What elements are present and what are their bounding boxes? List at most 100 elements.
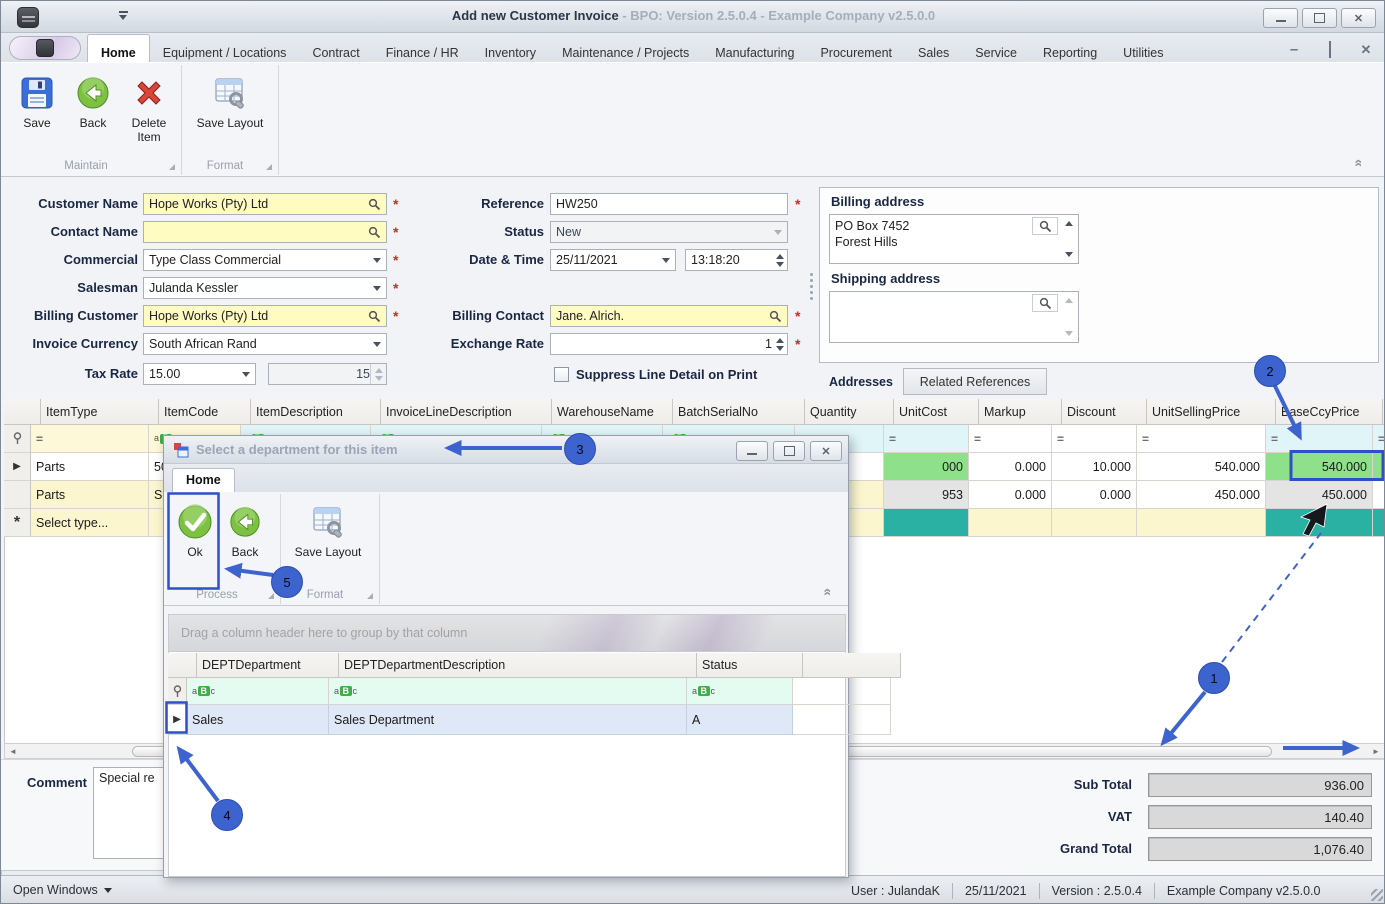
cell-Discount[interactable] bbox=[1052, 509, 1137, 537]
delete-item-button[interactable]: Delete Item bbox=[121, 69, 177, 151]
dialog-column-header-Status[interactable]: Status bbox=[697, 653, 803, 678]
exchange-rate-spinner[interactable]: 1 bbox=[550, 333, 788, 355]
column-header-ItemCode[interactable]: ItemCode bbox=[159, 399, 251, 425]
column-header-Quantity[interactable]: Quantity bbox=[805, 399, 894, 425]
dialog-table-row[interactable]: ▶ Sales Sales Department A bbox=[168, 705, 901, 735]
column-header-BaseCcyPrice[interactable]: BaseCcyPrice bbox=[1276, 399, 1383, 425]
column-header-WarehouseName[interactable]: WarehouseName bbox=[552, 399, 673, 425]
time-spinner[interactable]: 13:18:20 bbox=[685, 249, 788, 271]
dialog-close-button[interactable]: ✕ bbox=[810, 441, 842, 461]
tax-rate-spinner[interactable]: 15 bbox=[268, 363, 387, 385]
search-icon[interactable] bbox=[368, 310, 381, 323]
spin-up-icon[interactable] bbox=[775, 337, 784, 343]
dialog-column-header-DEPTDepartment[interactable]: DEPTDepartment bbox=[197, 653, 339, 678]
equals-filter-icon[interactable]: = bbox=[889, 432, 896, 446]
address-search-button[interactable] bbox=[1032, 294, 1058, 312]
tab-manufacturing[interactable]: Manufacturing bbox=[702, 35, 807, 65]
dialog-back-button[interactable]: Back bbox=[220, 498, 270, 580]
spin-down-icon[interactable] bbox=[775, 345, 784, 351]
resize-grip[interactable] bbox=[1371, 889, 1383, 901]
column-header-Markup[interactable]: Markup bbox=[979, 399, 1062, 425]
cell-UnitSellingPrice[interactable] bbox=[1137, 509, 1266, 537]
chevron-down-icon[interactable] bbox=[662, 257, 670, 263]
search-icon[interactable] bbox=[368, 198, 381, 211]
chevron-down-icon[interactable] bbox=[373, 285, 381, 291]
billing-address-input[interactable]: PO Box 7452 Forest Hills bbox=[829, 214, 1079, 264]
date-input[interactable]: 25/11/2021 bbox=[550, 249, 676, 271]
chevron-down-icon[interactable] bbox=[242, 371, 250, 377]
cell-Markup[interactable]: 0.000 bbox=[969, 481, 1052, 509]
save-button[interactable]: Save bbox=[9, 69, 65, 151]
tab-addresses[interactable]: Addresses bbox=[823, 369, 899, 394]
mdi-restore-icon[interactable] bbox=[1319, 41, 1341, 58]
cell-TaxR...[interactable]: 15.000 bbox=[1373, 453, 1384, 481]
column-header-BatchSerialNo[interactable]: BatchSerialNo bbox=[673, 399, 805, 425]
tab-finance-hr[interactable]: Finance / HR bbox=[373, 35, 472, 65]
scroll-down-icon[interactable] bbox=[1065, 252, 1073, 257]
cell-UnitCost[interactable]: 000 bbox=[884, 453, 969, 481]
cell-UnitCost[interactable]: 953 bbox=[884, 481, 969, 509]
equals-filter-icon[interactable]: = bbox=[1142, 432, 1149, 446]
column-header-ItemDescription[interactable]: ItemDescription bbox=[251, 399, 381, 425]
cell-UnitSellingPrice[interactable]: 540.000 bbox=[1137, 453, 1266, 481]
tab-service[interactable]: Service bbox=[962, 35, 1030, 65]
contact-name-input[interactable] bbox=[143, 221, 387, 243]
save-layout-button[interactable]: Save Layout bbox=[190, 69, 270, 151]
splitter-handle[interactable] bbox=[810, 273, 813, 300]
dialog-cell-Status[interactable]: A bbox=[687, 705, 793, 735]
tab-reporting[interactable]: Reporting bbox=[1030, 35, 1110, 65]
tab-related-references[interactable]: Related References bbox=[903, 368, 1047, 395]
dialog-cell-DEPTDepartmentDescription[interactable]: Sales Department bbox=[329, 705, 687, 735]
tab-utilities[interactable]: Utilities bbox=[1110, 35, 1176, 65]
filter-cell[interactable]: = bbox=[1373, 425, 1384, 453]
tab-home[interactable]: Home bbox=[87, 34, 150, 65]
cell-UnitCost[interactable] bbox=[884, 509, 969, 537]
cell-ItemType[interactable]: Parts bbox=[31, 453, 149, 481]
cell-UnitSellingPrice[interactable]: 450.000 bbox=[1137, 481, 1266, 509]
tab-equipment-locations[interactable]: Equipment / Locations bbox=[150, 35, 300, 65]
open-windows-button[interactable]: Open Windows bbox=[13, 883, 112, 897]
filter-cell[interactable]: = bbox=[1137, 425, 1266, 453]
dialog-maximize-button[interactable] bbox=[773, 441, 805, 461]
spin-down-icon[interactable] bbox=[775, 261, 784, 267]
cell-TaxR...[interactable] bbox=[1373, 509, 1384, 537]
cell-Markup[interactable] bbox=[969, 509, 1052, 537]
cell-Discount[interactable]: 10.000 bbox=[1052, 453, 1137, 481]
invoice-currency-dropdown[interactable]: South African Rand bbox=[143, 333, 387, 355]
tab-inventory[interactable]: Inventory bbox=[472, 35, 549, 65]
spin-up-icon[interactable] bbox=[374, 367, 383, 373]
cell-BaseCcyPrice[interactable] bbox=[1266, 509, 1373, 537]
commercial-dropdown[interactable]: Type Class Commercial bbox=[143, 249, 387, 271]
cell-Markup[interactable]: 0.000 bbox=[969, 453, 1052, 481]
search-icon[interactable] bbox=[368, 226, 381, 239]
customer-name-input[interactable]: Hope Works (Pty) Ltd bbox=[143, 193, 387, 215]
salesman-dropdown[interactable]: Julanda Kessler bbox=[143, 277, 387, 299]
dialog-save-layout-button[interactable]: Save Layout bbox=[287, 498, 369, 580]
equals-filter-icon[interactable]: = bbox=[974, 432, 981, 446]
dialog-filter-cell[interactable]: aBc bbox=[687, 678, 793, 705]
spin-up-icon[interactable] bbox=[775, 253, 784, 259]
abc-filter-icon[interactable]: aBc bbox=[334, 686, 357, 696]
shipping-address-input[interactable] bbox=[829, 291, 1079, 343]
reference-input[interactable]: HW250 bbox=[550, 193, 788, 215]
filter-cell[interactable]: = bbox=[969, 425, 1052, 453]
billing-customer-input[interactable]: Hope Works (Pty) Ltd bbox=[143, 305, 387, 327]
equals-filter-icon[interactable]: = bbox=[36, 432, 43, 446]
tab-contract[interactable]: Contract bbox=[299, 35, 372, 65]
collapse-ribbon-icon[interactable]: » bbox=[1349, 159, 1365, 167]
group-dialog-launcher-icon[interactable] bbox=[169, 164, 175, 170]
scroll-up-icon[interactable] bbox=[1065, 298, 1073, 303]
maximize-button[interactable] bbox=[1302, 8, 1337, 28]
collapse-ribbon-icon[interactable]: » bbox=[818, 588, 834, 596]
tab-procurement[interactable]: Procurement bbox=[807, 35, 905, 65]
dialog-ok-button[interactable]: Ok bbox=[170, 498, 220, 580]
dialog-filter-cell[interactable]: aBc bbox=[187, 678, 329, 705]
column-header-ItemType[interactable]: ItemType bbox=[41, 399, 159, 425]
scroll-left-icon[interactable]: ◄ bbox=[5, 747, 21, 756]
scroll-right-icon[interactable]: ► bbox=[1368, 744, 1384, 758]
cell-TaxR...[interactable]: 15.000 bbox=[1373, 481, 1384, 509]
mdi-close-icon[interactable]: ✕ bbox=[1355, 42, 1377, 58]
mdi-minimize-icon[interactable]: – bbox=[1283, 41, 1305, 58]
tab-sales[interactable]: Sales bbox=[905, 35, 962, 65]
cell-ItemType[interactable]: Select type... bbox=[31, 509, 149, 537]
